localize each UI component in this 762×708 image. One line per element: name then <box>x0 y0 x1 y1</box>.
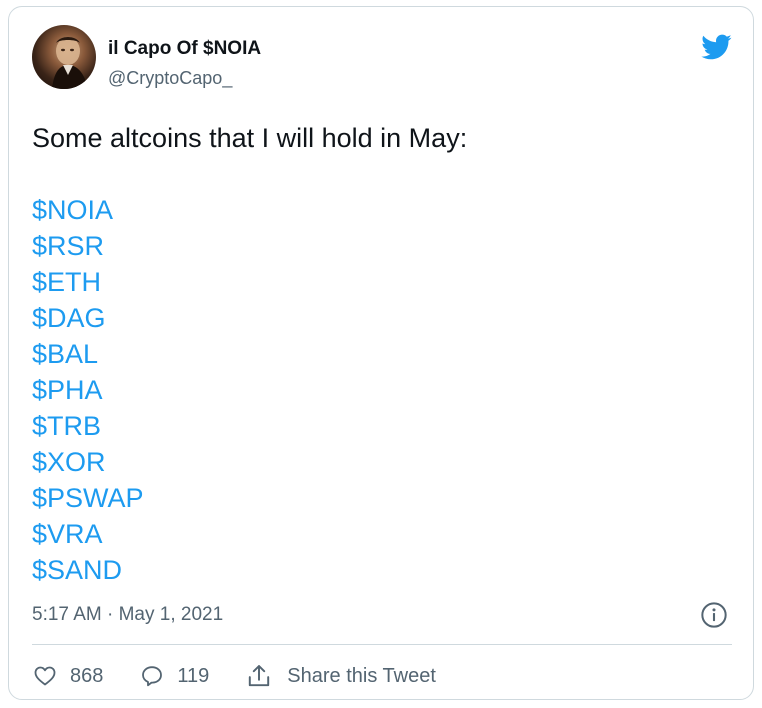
reply-count: 119 <box>177 664 210 687</box>
cashtag-link[interactable]: $BAL <box>32 336 144 372</box>
reply-button[interactable]: 119 <box>139 664 209 688</box>
twitter-bird-icon[interactable] <box>698 31 734 63</box>
cashtag-link[interactable]: $PHA <box>32 372 144 408</box>
author-avatar[interactable] <box>32 25 96 89</box>
cashtag-link[interactable]: $NOIA <box>32 192 144 228</box>
share-upload-icon <box>249 665 270 687</box>
heart-icon <box>34 666 56 686</box>
reply-bubble-icon <box>142 666 163 687</box>
like-count: 868 <box>70 664 104 687</box>
tweet-text: Some altcoins that I will hold in May: <box>32 123 468 153</box>
author-name[interactable]: il Capo Of $NOIA <box>108 38 261 60</box>
divider <box>32 644 732 645</box>
cashtag-link[interactable]: $TRB <box>32 408 144 444</box>
share-button[interactable]: Share this Tweet <box>245 663 436 689</box>
cashtag-link[interactable]: $ETH <box>32 264 144 300</box>
cashtag-link[interactable]: $RSR <box>32 228 144 264</box>
cashtag-link[interactable]: $PSWAP <box>32 480 144 516</box>
cashtag-link[interactable]: $DAG <box>32 300 144 336</box>
avatar-portrait-icon <box>52 37 88 89</box>
tweet-timestamp[interactable]: 5:17 AM · May 1, 2021 <box>32 603 223 627</box>
share-label: Share this Tweet <box>287 664 436 687</box>
cashtag-link[interactable]: $SAND <box>32 552 144 588</box>
like-button[interactable]: 868 <box>32 664 103 688</box>
action-bar: 868 119 Share this Tweet <box>32 658 436 694</box>
cashtag-link[interactable]: $VRA <box>32 516 144 552</box>
ticker-list: $NOIA $RSR $ETH $DAG $BAL $PHA $TRB $XOR… <box>32 192 144 588</box>
author-handle[interactable]: @CryptoCapo_ <box>108 67 232 89</box>
info-icon[interactable] <box>700 601 728 629</box>
tweet-card: il Capo Of $NOIA @CryptoCapo_ Some altco… <box>8 6 754 700</box>
cashtag-link[interactable]: $XOR <box>32 444 144 480</box>
